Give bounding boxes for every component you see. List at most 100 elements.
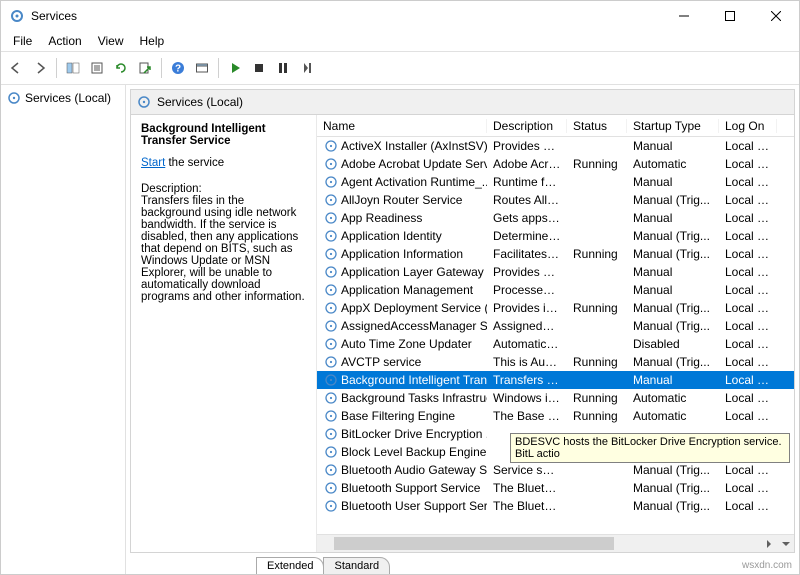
minimize-button[interactable]: [661, 1, 707, 31]
service-name: App Readiness: [341, 211, 422, 225]
refresh-button[interactable]: [110, 57, 132, 79]
tab-standard[interactable]: Standard: [323, 557, 390, 574]
col-description[interactable]: Description: [487, 119, 567, 133]
start-service-button[interactable]: [224, 57, 246, 79]
gear-icon: [137, 95, 151, 109]
service-desc: The Bluetoo...: [487, 499, 567, 513]
tabs: Extended Standard: [126, 552, 799, 574]
pause-service-button[interactable]: [272, 57, 294, 79]
service-desc: Provides Us...: [487, 139, 567, 153]
service-row[interactable]: AssignedAccessManager Se...AssignedAc...…: [317, 317, 794, 335]
service-logon: Local Sy: [719, 139, 777, 153]
service-row[interactable]: Adobe Acrobat Update Serv...Adobe Acro..…: [317, 155, 794, 173]
service-desc: Gets apps re...: [487, 211, 567, 225]
service-desc: This is Audi...: [487, 355, 567, 369]
service-startup: Manual (Trig...: [627, 499, 719, 513]
service-row[interactable]: App ReadinessGets apps re...ManualLocal …: [317, 209, 794, 227]
export-list-button[interactable]: [134, 57, 156, 79]
col-logon[interactable]: Log On: [719, 119, 777, 133]
gear-icon: [323, 264, 339, 280]
service-row[interactable]: Base Filtering EngineThe Base Fil...Runn…: [317, 407, 794, 425]
gear-icon: [323, 354, 339, 370]
service-name: Bluetooth User Support Ser...: [341, 499, 487, 513]
service-startup: Manual (Trig...: [627, 481, 719, 495]
service-desc: Processes in...: [487, 283, 567, 297]
service-status: Running: [567, 301, 627, 315]
svg-text:?: ?: [175, 64, 181, 75]
service-row[interactable]: Bluetooth Audio Gateway S...Service sup.…: [317, 461, 794, 479]
start-link[interactable]: Start: [141, 157, 165, 169]
col-status[interactable]: Status: [567, 119, 627, 133]
menu-help[interactable]: Help: [132, 32, 173, 50]
menu-action[interactable]: Action: [40, 32, 89, 50]
gear-icon: [323, 318, 339, 334]
service-row[interactable]: Application Layer Gateway ...Provides su…: [317, 263, 794, 281]
service-logon: Local Se: [719, 193, 777, 207]
back-button[interactable]: [5, 57, 27, 79]
menu-view[interactable]: View: [90, 32, 132, 50]
service-row[interactable]: Agent Activation Runtime_...Runtime for.…: [317, 173, 794, 191]
watermark: wsxdn.com: [742, 560, 792, 571]
service-startup: Manual: [627, 211, 719, 225]
service-startup: Automatic: [627, 409, 719, 423]
new-window-button[interactable]: [191, 57, 213, 79]
service-startup: Manual: [627, 139, 719, 153]
service-status: Running: [567, 391, 627, 405]
service-startup: Manual: [627, 175, 719, 189]
service-logon: Local Se: [719, 229, 777, 243]
service-row[interactable]: Background Intelligent Tran...Transfers …: [317, 371, 794, 389]
help-button[interactable]: ?: [167, 57, 189, 79]
service-name: AVCTP service: [341, 355, 421, 369]
service-startup: Manual (Trig...: [627, 463, 719, 477]
service-name: Agent Activation Runtime_...: [341, 175, 487, 189]
gear-icon: [323, 210, 339, 226]
service-row[interactable]: Bluetooth User Support Ser...The Bluetoo…: [317, 497, 794, 515]
col-name[interactable]: Name: [317, 119, 487, 133]
properties-button[interactable]: [86, 57, 108, 79]
service-name: Adobe Acrobat Update Serv...: [341, 157, 487, 171]
service-startup: Disabled: [627, 337, 719, 351]
service-row[interactable]: Background Tasks Infrastruc...Windows in…: [317, 389, 794, 407]
service-row[interactable]: AppX Deployment Service (...Provides inf…: [317, 299, 794, 317]
gear-icon: [323, 336, 339, 352]
scroll-down-arrow[interactable]: [777, 535, 794, 552]
gear-icon: [323, 228, 339, 244]
service-row[interactable]: Application ManagementProcesses in...Man…: [317, 281, 794, 299]
app-icon: [9, 8, 25, 24]
forward-button[interactable]: [29, 57, 51, 79]
service-startup: Manual (Trig...: [627, 229, 719, 243]
service-row[interactable]: ActiveX Installer (AxInstSV)Provides Us.…: [317, 137, 794, 155]
service-startup: Manual (Trig...: [627, 319, 719, 333]
description-text: Transfers files in the background using …: [141, 195, 306, 303]
show-hide-tree-button[interactable]: [62, 57, 84, 79]
description-label: Description:: [141, 183, 306, 195]
horizontal-scrollbar[interactable]: [317, 534, 794, 552]
scroll-right-arrow[interactable]: [760, 535, 777, 552]
service-row[interactable]: AVCTP service This is Audi...RunningManua…: [317, 353, 794, 371]
service-row[interactable]: Application InformationFacilitates t...R…: [317, 245, 794, 263]
close-button[interactable]: [753, 1, 799, 31]
start-suffix: the service: [165, 157, 224, 169]
service-row[interactable]: Auto Time Zone UpdaterAutomatica...Disab…: [317, 335, 794, 353]
service-status: Running: [567, 355, 627, 369]
maximize-button[interactable]: [707, 1, 753, 31]
service-name: Application Information: [341, 247, 463, 261]
stop-service-button[interactable]: [248, 57, 270, 79]
list-body[interactable]: ActiveX Installer (AxInstSV)Provides Us.…: [317, 137, 794, 534]
restart-service-button[interactable]: [296, 57, 318, 79]
scrollbar-thumb[interactable]: [334, 537, 614, 550]
service-logon: Local Sy: [719, 499, 777, 513]
menu-file[interactable]: File: [5, 32, 40, 50]
service-startup: Automatic: [627, 157, 719, 171]
service-startup: Manual (Trig...: [627, 355, 719, 369]
gear-icon: [323, 192, 339, 208]
service-row[interactable]: AllJoyn Router ServiceRoutes AllJo...Man…: [317, 191, 794, 209]
tree-root-item[interactable]: Services (Local): [3, 89, 123, 107]
service-name: Application Management: [341, 283, 473, 297]
service-row[interactable]: Bluetooth Support ServiceThe Bluetoo...M…: [317, 479, 794, 497]
tab-extended[interactable]: Extended: [256, 557, 324, 574]
service-startup: Automatic: [627, 391, 719, 405]
col-startup[interactable]: Startup Type: [627, 119, 719, 133]
service-desc: The Base Fil...: [487, 409, 567, 423]
service-row[interactable]: Application IdentityDetermines ...Manual…: [317, 227, 794, 245]
